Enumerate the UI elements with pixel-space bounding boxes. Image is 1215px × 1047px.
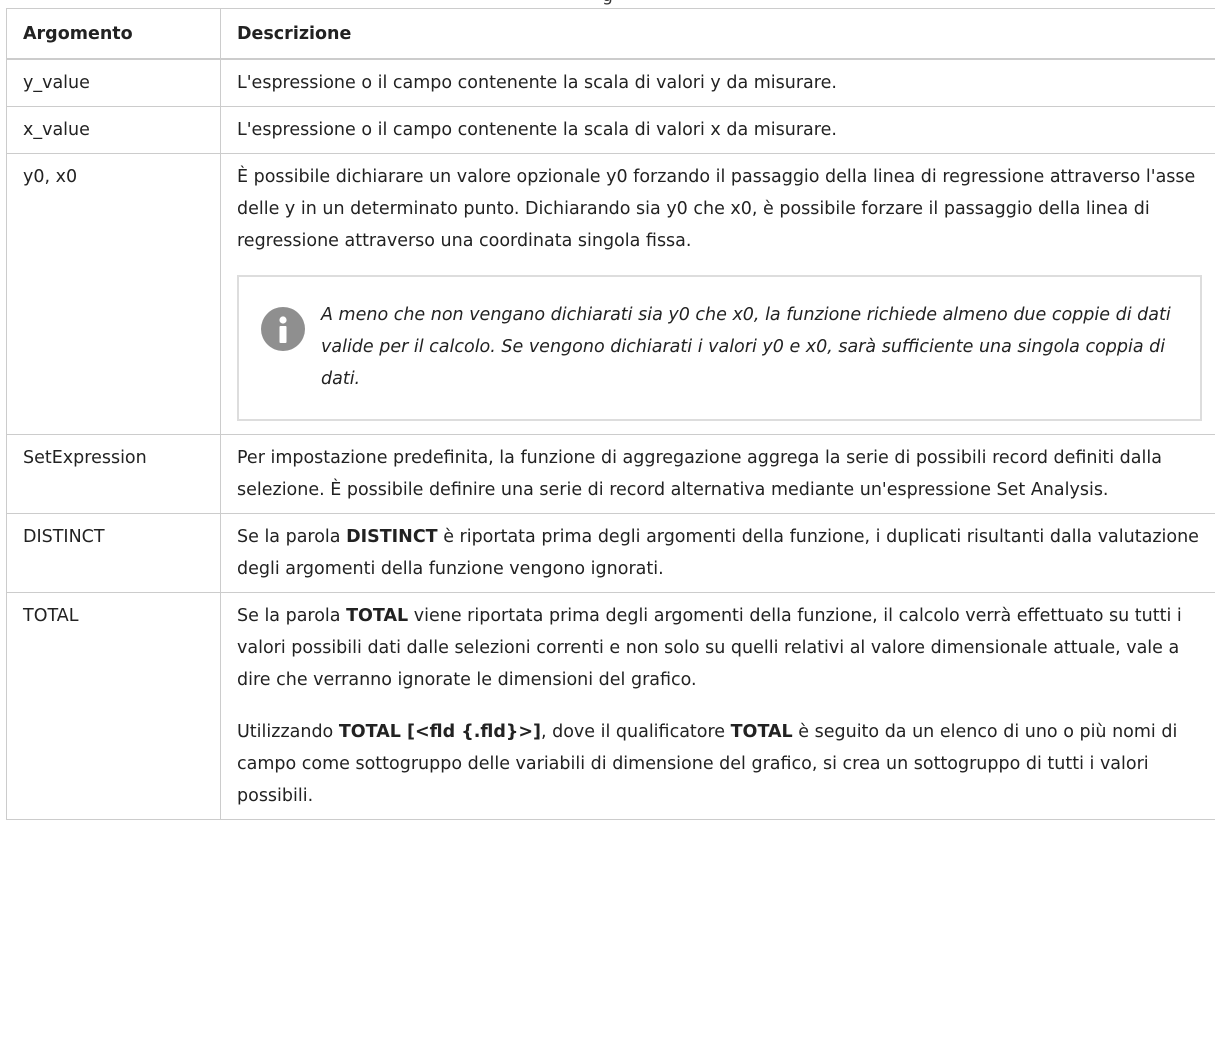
- keyword-total: TOTAL: [346, 606, 409, 626]
- header-argomento: Argomento: [6, 8, 221, 60]
- keyword-distinct: DISTINCT: [346, 527, 438, 547]
- arg-cell: y0, x0: [6, 153, 221, 435]
- arg-cell: x_value: [6, 106, 221, 154]
- arguments-table: Argomento Descrizione y_value L'espressi…: [6, 8, 1215, 820]
- table-row: y0, x0 È possibile dichiarare un valore …: [6, 153, 1215, 435]
- desc-text-mid: , dove il qualificatore: [540, 722, 731, 742]
- desc-text-pre: Se la parola: [237, 606, 347, 626]
- desc-cell: L'espressione o il campo contenente la s…: [220, 106, 1215, 154]
- table-row: x_value L'espressione o il campo contene…: [6, 106, 1215, 154]
- arg-cell: y_value: [6, 58, 221, 107]
- desc-text-pre: Se la parola: [237, 527, 347, 547]
- desc-cell: L'espressione o il campo contenente la s…: [220, 58, 1215, 107]
- arg-cell: SetExpression: [6, 434, 221, 514]
- keyword-total: TOTAL: [730, 722, 793, 742]
- keyword-total-syntax: TOTAL [<fld {.fld}>]: [338, 722, 541, 742]
- note-box: A meno che non vengano dichiarati sia y0…: [237, 275, 1202, 421]
- desc-cell: È possibile dichiarare un valore opziona…: [220, 153, 1215, 435]
- note-text: A meno che non vengano dichiarati sia y0…: [321, 305, 1171, 389]
- info-icon: [261, 307, 305, 351]
- desc-text-pre: Utilizzando: [237, 722, 339, 742]
- table-row: SetExpression Per impostazione predefini…: [6, 434, 1215, 514]
- desc-paragraph: Utilizzando TOTAL [<fld {.fld}>], dove i…: [237, 716, 1202, 812]
- table-row: TOTAL Se la parola TOTAL viene riportata…: [6, 592, 1215, 820]
- desc-paragraph: Se la parola TOTAL viene riportata prima…: [237, 600, 1202, 696]
- arg-cell: TOTAL: [6, 592, 221, 820]
- table-row: DISTINCT Se la parola DISTINCT è riporta…: [6, 513, 1215, 593]
- desc-cell: Se la parola TOTAL viene riportata prima…: [220, 592, 1215, 820]
- arg-cell: DISTINCT: [6, 513, 221, 593]
- desc-cell: Per impostazione predefinita, la funzion…: [220, 434, 1215, 514]
- table-caption-fragment: g: [0, 0, 1215, 6]
- table-header-row: Argomento Descrizione: [6, 8, 1215, 60]
- desc-cell: Se la parola DISTINCT è riportata prima …: [220, 513, 1215, 593]
- header-descrizione: Descrizione: [220, 8, 1215, 60]
- table-row: y_value L'espressione o il campo contene…: [6, 58, 1215, 107]
- desc-text: È possibile dichiarare un valore opziona…: [237, 167, 1196, 251]
